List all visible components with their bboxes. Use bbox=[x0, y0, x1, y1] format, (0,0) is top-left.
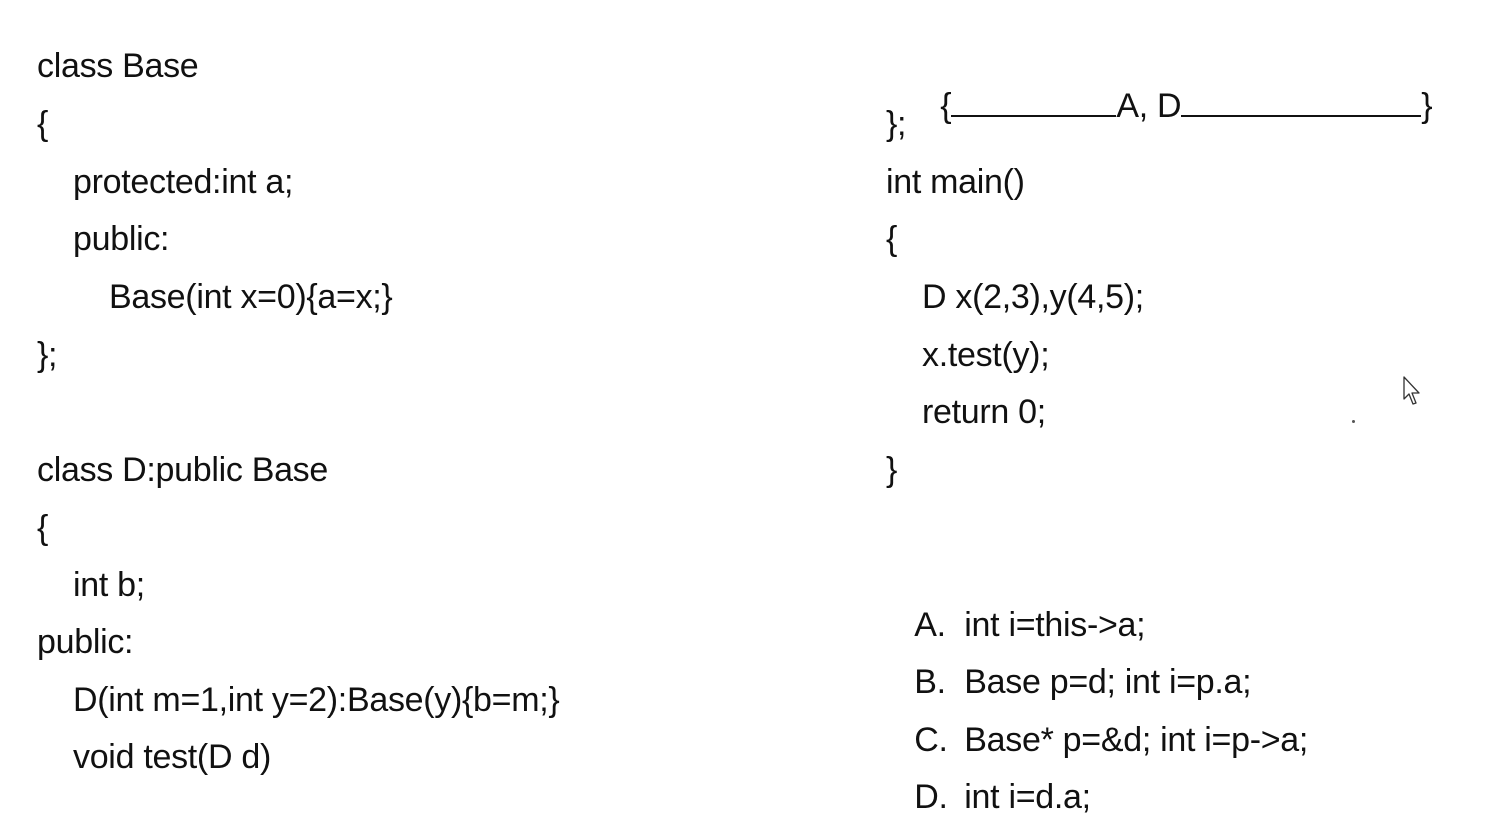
code-line-public: public: bbox=[73, 220, 170, 258]
code-line-base-constructor: Base(int x=0){a=x;} bbox=[109, 278, 393, 316]
code-line-d-decl: D x(2,3),y(4,5); bbox=[922, 278, 1144, 316]
code-line-public-d: public: bbox=[37, 623, 134, 661]
code-line-protected: protected:int a; bbox=[73, 163, 294, 201]
option-d: D. int i=d.a; bbox=[896, 737, 1091, 817]
option-d-text: int i=d.a; bbox=[964, 778, 1091, 816]
option-d-letter: D. bbox=[914, 778, 948, 816]
blank-underline-right bbox=[1181, 87, 1422, 117]
code-line-open-brace-d: { bbox=[37, 509, 49, 547]
stray-dot bbox=[1352, 420, 1355, 423]
code-line-d-constructor: D(int m=1,int y=2):Base(y){b=m;} bbox=[73, 681, 560, 719]
answer-blank-line: { A, D} bbox=[922, 46, 1432, 126]
code-line-return: return 0; bbox=[922, 393, 1046, 431]
code-line-open-brace: { bbox=[37, 105, 49, 143]
code-line-class-close: }; bbox=[886, 105, 907, 143]
code-line-class-d: class D:public Base bbox=[37, 451, 328, 489]
code-line-class-base: class Base bbox=[37, 47, 199, 85]
mouse-pointer-icon bbox=[1403, 376, 1420, 405]
code-line-main-close: } bbox=[886, 451, 898, 489]
code-line-x-test: x.test(y); bbox=[922, 336, 1050, 374]
code-line-void-test: void test(D d) bbox=[73, 738, 271, 776]
blank-answer-text: A, D bbox=[1116, 87, 1182, 125]
code-line-int-main: int main() bbox=[886, 163, 1025, 201]
code-line-int-b: int b; bbox=[73, 566, 145, 604]
blank-underline-left bbox=[951, 87, 1117, 117]
blank-close-brace: } bbox=[1421, 87, 1433, 125]
code-line-close-brace: }; bbox=[37, 336, 58, 374]
code-line-main-open: { bbox=[886, 220, 898, 258]
blank-open-brace: { bbox=[940, 87, 952, 125]
